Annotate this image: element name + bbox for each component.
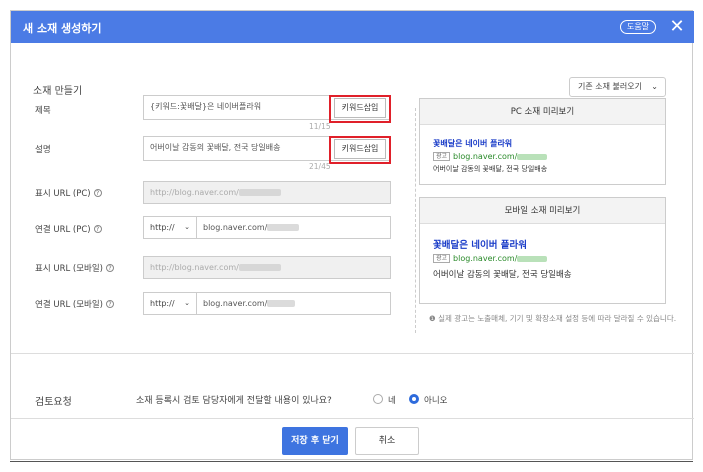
redacted-text — [238, 189, 281, 196]
redacted-text — [267, 300, 296, 307]
title-label: 제목 — [35, 106, 51, 116]
link-url-pc-label-text: 연결 URL (PC) — [35, 225, 91, 235]
link-url-mobile-label: 연결 URL (모바일)? — [35, 298, 114, 310]
link-url-pc-protocol-select[interactable]: http:// ⌄ — [143, 216, 196, 239]
help-icon[interactable]: ? — [93, 225, 102, 233]
mobile-preview-body: 꽃배달은 네이버 플라워 광고 blog.naver.com/ 어버이날 감동의 … — [420, 224, 665, 293]
load-existing-ad-label: 기존 소재 불러오기 — [578, 82, 642, 91]
mobile-preview-url: blog.naver.com/ — [453, 254, 518, 263]
review-question: 소재 등록시 검토 담당자에게 전달할 내용이 있나요? — [136, 396, 332, 406]
radio-yes[interactable] — [373, 394, 383, 404]
redacted-text — [517, 153, 548, 160]
radio-no-label[interactable]: 아니오 — [424, 394, 447, 406]
link-url-pc-input[interactable]: blog.naver.com/ — [196, 216, 391, 239]
help-button[interactable]: 도움말 — [620, 20, 656, 34]
chevron-down-icon: ⌄ — [184, 223, 190, 231]
ad-badge: 광고 — [433, 152, 451, 161]
title-keyword-insert-button[interactable]: 키워드삽입 — [334, 98, 386, 118]
help-icon[interactable]: ? — [106, 264, 114, 272]
mobile-preview-description: 어버이날 감동의 꽃배달, 전국 당일배송 — [433, 270, 572, 280]
display-url-mobile-input: http://blog.naver.com/ — [143, 256, 391, 279]
radio-yes-label[interactable]: 네 — [388, 394, 396, 406]
redacted-text — [267, 224, 300, 231]
save-and-close-button[interactable]: 저장 후 닫기 — [282, 427, 348, 455]
radio-no[interactable] — [409, 394, 419, 404]
create-ad-modal: 새 소재 생성하기 도움말 ✕ 소재 만들기 기존 소재 불러오기 ⌄ 제목 {… — [10, 10, 694, 460]
description-label: 설명 — [35, 145, 51, 155]
pc-preview-description: 어버이날 감동의 꽃배달, 전국 당일배송 — [433, 165, 548, 173]
cancel-button[interactable]: 취소 — [355, 427, 419, 455]
display-url-pc-label: 표시 URL (PC)? — [35, 187, 102, 199]
section-divider — [11, 353, 694, 354]
close-icon[interactable]: ✕ — [667, 17, 687, 37]
column-divider — [415, 108, 416, 333]
title-input-value: {키워드:꽃배달}은 네이버플라워 — [150, 102, 262, 111]
help-icon[interactable]: ? — [93, 189, 102, 197]
preview-note: ❶ 실제 광고는 노출매체, 기기 및 확장소재 설정 등에 따라 달라질 수 … — [429, 314, 679, 324]
mobile-preview-header: 모바일 소재 미리보기 — [420, 198, 665, 224]
redacted-text — [238, 264, 281, 271]
pc-preview-url: blog.naver.com/ — [453, 152, 518, 161]
display-url-pc-value: http://blog.naver.com/ — [150, 188, 239, 197]
modal-title: 새 소재 생성하기 — [23, 22, 102, 35]
pc-preview-url-row: 광고 blog.naver.com/ — [433, 152, 652, 161]
chevron-down-icon: ⌄ — [651, 82, 658, 91]
link-url-mobile-value: blog.naver.com/ — [203, 299, 268, 308]
title-char-counter: 11/15 — [309, 122, 331, 131]
display-url-mobile-label-text: 표시 URL (모바일) — [35, 264, 103, 274]
description-input-value: 어버이날 감동의 꽃배달, 전국 당일배송 — [150, 143, 281, 152]
info-icon: ❶ — [429, 314, 439, 323]
display-url-mobile-value: http://blog.naver.com/ — [150, 263, 239, 272]
review-title: 검토요청 — [35, 397, 72, 408]
mobile-preview-panel: 모바일 소재 미리보기 꽃배달은 네이버 플라워 광고 blog.naver.co… — [419, 197, 666, 304]
pc-preview-panel: PC 소재 미리보기 꽃배달은 네이버 플라워 광고 blog.naver.com… — [419, 98, 666, 185]
display-url-pc-label-text: 표시 URL (PC) — [35, 189, 91, 199]
bottom-border — [10, 461, 693, 462]
protocol-value: http:// — [150, 299, 175, 308]
ad-badge: 광고 — [433, 254, 451, 263]
footer-divider — [11, 418, 694, 419]
mobile-preview-url-row: 광고 blog.naver.com/ — [433, 254, 652, 263]
link-url-mobile-protocol-select[interactable]: http:// ⌄ — [143, 292, 196, 315]
mobile-preview-title: 꽃배달은 네이버 플라워 — [433, 240, 528, 251]
display-url-pc-input: http://blog.naver.com/ — [143, 181, 391, 204]
protocol-value: http:// — [150, 223, 175, 232]
pc-preview-header: PC 소재 미리보기 — [420, 99, 665, 125]
pc-preview-body: 꽃배달은 네이버 플라워 광고 blog.naver.com/ 어버이날 감동의 … — [420, 125, 665, 187]
chevron-down-icon: ⌄ — [184, 299, 190, 307]
description-keyword-insert-button[interactable]: 키워드삽입 — [334, 139, 386, 159]
link-url-mobile-input[interactable]: blog.naver.com/ — [196, 292, 391, 315]
display-url-mobile-label: 표시 URL (모바일)? — [35, 262, 114, 274]
link-url-pc-label: 연결 URL (PC)? — [35, 223, 102, 235]
load-existing-ad-dropdown[interactable]: 기존 소재 불러오기 ⌄ — [569, 77, 666, 97]
link-url-mobile-label-text: 연결 URL (모바일) — [35, 300, 103, 310]
preview-note-text: 실제 광고는 노출매체, 기기 및 확장소재 설정 등에 따라 달라질 수 있습… — [438, 314, 677, 323]
link-url-pc-value: blog.naver.com/ — [203, 223, 268, 232]
section-title: 소재 만들기 — [33, 86, 83, 97]
modal-header: 새 소재 생성하기 도움말 ✕ — [11, 11, 694, 43]
help-icon[interactable]: ? — [106, 300, 114, 308]
redacted-text — [517, 255, 548, 262]
pc-preview-title: 꽃배달은 네이버 플라워 — [433, 139, 513, 148]
description-char-counter: 21/45 — [309, 162, 331, 171]
